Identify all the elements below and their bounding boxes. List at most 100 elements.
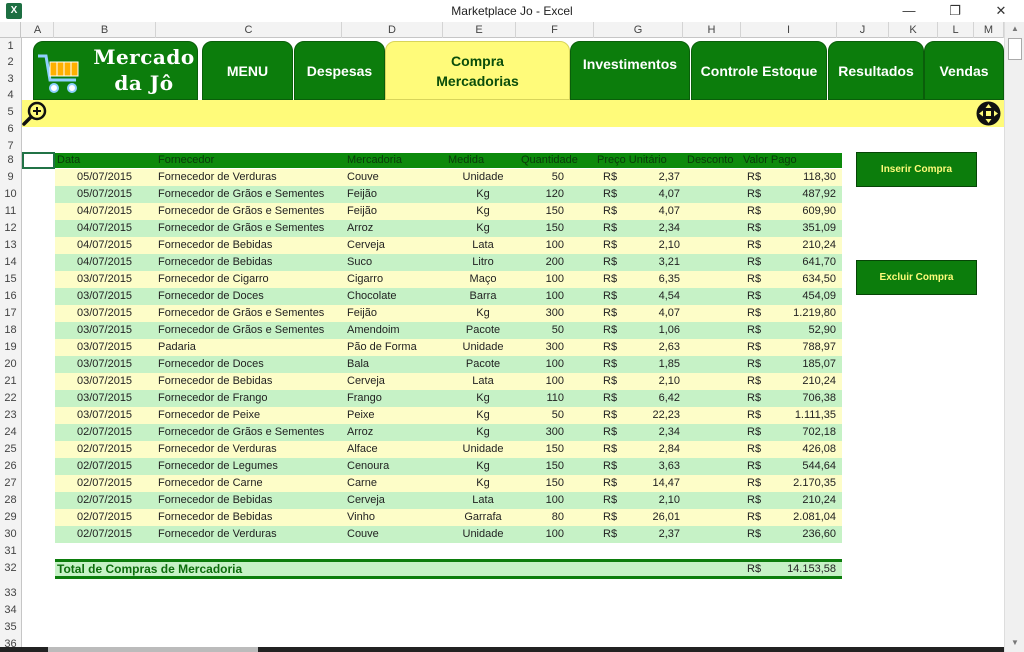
column-header-h[interactable]: H: [683, 22, 741, 38]
table-row[interactable]: 02/07/2015 Fornecedor de Bebidas Vinho Garr…: [55, 509, 842, 526]
tab-resultados[interactable]: Resultados: [828, 41, 924, 100]
column-header-f[interactable]: F: [516, 22, 594, 38]
cell-mercadoria: Amendoim: [347, 324, 400, 336]
table-row[interactable]: 03/07/2015 Fornecedor de Bebidas Cerveja La…: [55, 373, 842, 390]
table-row[interactable]: 03/07/2015 Fornecedor de Cigarro Cigarro Ma…: [55, 271, 842, 288]
row-header-25[interactable]: 25: [0, 441, 21, 458]
column-header-j[interactable]: J: [837, 22, 889, 38]
table-row[interactable]: 02/07/2015 Fornecedor de Bebidas Cerveja La…: [55, 492, 842, 509]
row-header-23[interactable]: 23: [0, 407, 21, 424]
column-header-d[interactable]: D: [342, 22, 443, 38]
table-row[interactable]: 02/07/2015 Fornecedor de Legumes Cenoura Kg…: [55, 458, 842, 475]
row-header-35[interactable]: 35: [0, 619, 21, 636]
tab-menu[interactable]: MENU: [202, 41, 293, 100]
worksheet-grid[interactable]: Mercado da Jô MENU Despesas Compra Merca…: [22, 38, 1004, 647]
row-header-22[interactable]: 22: [0, 390, 21, 407]
scrollbar-thumb[interactable]: [1008, 38, 1022, 60]
row-header-3[interactable]: 3: [0, 71, 21, 88]
row-header-8[interactable]: 8: [0, 152, 21, 169]
cell-valor: 185,07: [802, 358, 836, 370]
row-header-34[interactable]: 34: [0, 602, 21, 619]
delete-purchase-button[interactable]: Excluir Compra: [856, 260, 977, 295]
cell-fornecedor: Fornecedor de Grãos e Sementes: [158, 426, 325, 438]
row-header-6[interactable]: 6: [0, 121, 21, 138]
column-header-l[interactable]: L: [938, 22, 974, 38]
row-header-32[interactable]: 32: [0, 560, 21, 577]
cell-currency: R$: [603, 324, 618, 336]
cell-fornecedor: Fornecedor de Grãos e Sementes: [158, 188, 325, 200]
table-row[interactable]: 04/07/2015 Fornecedor de Grãos e Sementes…: [55, 203, 842, 220]
row-header-18[interactable]: 18: [0, 322, 21, 339]
tab-investimentos[interactable]: Investimentos: [570, 41, 690, 100]
table-row[interactable]: 04/07/2015 Fornecedor de Bebidas Suco Litro…: [55, 254, 842, 271]
tab-compra-mercadorias[interactable]: Compra Mercadorias: [385, 41, 570, 100]
table-row[interactable]: 03/07/2015 Fornecedor de Grãos e Sementes…: [55, 322, 842, 339]
row-header-27[interactable]: 27: [0, 475, 21, 492]
row-header-4[interactable]: 4: [0, 87, 21, 104]
table-row[interactable]: 03/07/2015 Fornecedor de Peixe Peixe Kg 50 R$…: [55, 407, 842, 424]
scroll-up-arrow-icon[interactable]: ▲: [1005, 22, 1024, 36]
row-header-33[interactable]: 33: [0, 585, 21, 602]
row-header-13[interactable]: 13: [0, 237, 21, 254]
table-row[interactable]: 03/07/2015 Padaria Pão de Forma Unidade 300 R…: [55, 339, 842, 356]
row-header-21[interactable]: 21: [0, 373, 21, 390]
row-header-26[interactable]: 26: [0, 458, 21, 475]
row-header-5[interactable]: 5: [0, 104, 21, 121]
column-header-e[interactable]: E: [443, 22, 516, 38]
sheet-tab-area[interactable]: [48, 647, 258, 652]
select-all-corner[interactable]: [0, 22, 21, 38]
tab-compra-label-1: Compra: [451, 52, 504, 69]
table-row[interactable]: 03/07/2015 Fornecedor de Frango Frango Kg 11…: [55, 390, 842, 407]
row-header-14[interactable]: 14: [0, 254, 21, 271]
table-row[interactable]: 03/07/2015 Fornecedor de Doces Chocolate Ba…: [55, 288, 842, 305]
table-row[interactable]: 02/07/2015 Fornecedor de Grãos e Sementes…: [55, 424, 842, 441]
row-header-24[interactable]: 24: [0, 424, 21, 441]
tab-vendas[interactable]: Vendas: [924, 41, 1004, 100]
row-header-17[interactable]: 17: [0, 305, 21, 322]
table-row[interactable]: 02/07/2015 Fornecedor de Verduras Couve Uni…: [55, 526, 842, 543]
column-header-b[interactable]: B: [54, 22, 156, 38]
column-header-m[interactable]: M: [974, 22, 1004, 38]
row-header-2[interactable]: 2: [0, 54, 21, 71]
insert-purchase-button[interactable]: Inserir Compra: [856, 152, 977, 187]
scroll-down-arrow-icon[interactable]: ▼: [1005, 636, 1024, 650]
row-header-20[interactable]: 20: [0, 356, 21, 373]
expand-icon[interactable]: [976, 101, 1001, 126]
table-row[interactable]: 05/07/2015 Fornecedor de Grãos e Sementes…: [55, 186, 842, 203]
restore-button[interactable]: ❐: [932, 0, 978, 22]
row-header-1[interactable]: 1: [0, 38, 21, 55]
column-header-a[interactable]: A: [22, 22, 54, 38]
cell-currency: R$: [603, 443, 618, 455]
row-header-16[interactable]: 16: [0, 288, 21, 305]
row-header-29[interactable]: 29: [0, 509, 21, 526]
row-header-10[interactable]: 10: [0, 186, 21, 203]
column-header-g[interactable]: G: [594, 22, 683, 38]
row-header-31[interactable]: 31: [0, 543, 21, 560]
table-row[interactable]: 05/07/2015 Fornecedor de Verduras Couve Uni…: [55, 169, 842, 186]
table-row[interactable]: 04/07/2015 Fornecedor de Grãos e Sementes…: [55, 220, 842, 237]
close-button[interactable]: ✕: [978, 0, 1024, 22]
row-header-9[interactable]: 9: [0, 169, 21, 186]
row-header-30[interactable]: 30: [0, 526, 21, 543]
table-row[interactable]: 02/07/2015 Fornecedor de Carne Carne Kg 150 R…: [55, 475, 842, 492]
vertical-scrollbar[interactable]: ▲ ▼: [1004, 22, 1024, 652]
row-header-11[interactable]: 11: [0, 203, 21, 220]
table-row[interactable]: 03/07/2015 Fornecedor de Doces Bala Pacote 1…: [55, 356, 842, 373]
minimize-button[interactable]: —: [886, 0, 932, 22]
row-header-12[interactable]: 12: [0, 220, 21, 237]
row-header-19[interactable]: 19: [0, 339, 21, 356]
column-header-i[interactable]: I: [741, 22, 837, 38]
selected-cell-a8[interactable]: [22, 152, 55, 169]
zoom-in-icon[interactable]: [22, 100, 48, 126]
row-header-15[interactable]: 15: [0, 271, 21, 288]
tab-despesas[interactable]: Despesas: [294, 41, 385, 100]
table-row[interactable]: 03/07/2015 Fornecedor de Grãos e Sementes…: [55, 305, 842, 322]
table-row[interactable]: 04/07/2015 Fornecedor de Bebidas Cerveja La…: [55, 237, 842, 254]
cell-currency: R$: [603, 307, 618, 319]
tab-controle-estoque[interactable]: Controle Estoque: [691, 41, 827, 100]
table-row[interactable]: 02/07/2015 Fornecedor de Verduras Alface Un…: [55, 441, 842, 458]
column-header-k[interactable]: K: [889, 22, 938, 38]
column-header-c[interactable]: C: [156, 22, 342, 38]
row-header-28[interactable]: 28: [0, 492, 21, 509]
cell-data: 03/07/2015: [77, 324, 133, 336]
